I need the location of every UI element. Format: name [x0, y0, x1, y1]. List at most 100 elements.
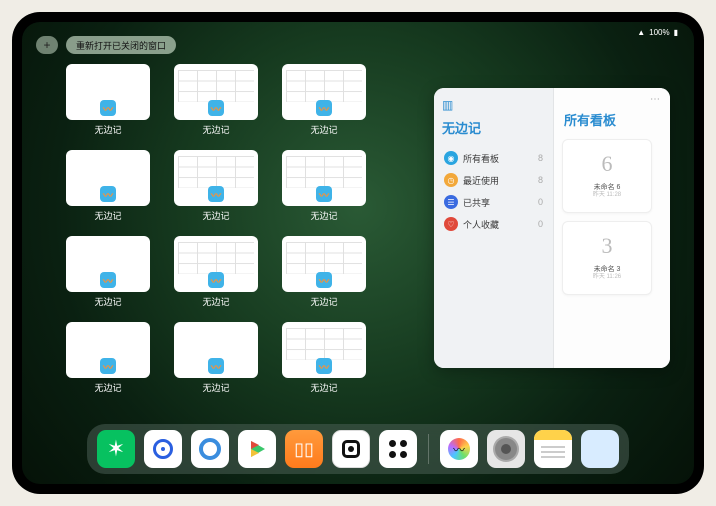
memo-icon[interactable] — [534, 430, 572, 468]
freeform-panel: ▥ 无边记 ◉所有看板8◷最近使用8☰已共享0♡个人收藏0 ⋯ 所有看板 6未命… — [434, 88, 670, 368]
board-card[interactable]: 6未命名 6昨天 11:28 — [562, 139, 652, 213]
screen: ▲ 100% ▮ + 重新打开已关闭的窗口 〰无边记〰无边记〰无边记〰无边记〰无… — [22, 22, 694, 484]
thumbnail-preview: 〰 — [282, 322, 366, 378]
freeform-app-icon: 〰 — [316, 358, 332, 374]
top-controls: + 重新打开已关闭的窗口 — [36, 36, 176, 54]
window-thumbnail[interactable]: 〰无边记 — [174, 64, 258, 136]
menu-item-count: 8 — [538, 153, 543, 163]
freeform-app-icon: 〰 — [208, 186, 224, 202]
menu-item-icon: ◉ — [444, 151, 458, 165]
panel-sidebar: ▥ 无边记 ◉ 所有看板 8 ◷ 最近使用 8 ☰ 已共享 0 ♡ 个人收藏 0 — [434, 88, 554, 368]
thumbnail-preview: 〰 — [174, 150, 258, 206]
freeform-icon[interactable] — [440, 430, 478, 468]
menu-item-label: 最近使用 — [463, 174, 499, 187]
thumbnail-preview: 〰 — [66, 150, 150, 206]
window-thumbnail[interactable]: 〰无边记 — [66, 64, 150, 136]
thumbnail-label: 无边记 — [202, 209, 229, 222]
menu-item-count: 0 — [538, 219, 543, 229]
freeform-app-icon: 〰 — [100, 358, 116, 374]
thumbnail-label: 无边记 — [202, 381, 229, 394]
thumbnail-preview: 〰 — [282, 236, 366, 292]
menu-item-count: 8 — [538, 175, 543, 185]
play-icon[interactable] — [238, 430, 276, 468]
freeform-app-icon: 〰 — [100, 100, 116, 116]
settings-icon[interactable] — [487, 430, 525, 468]
thumbnail-preview: 〰 — [174, 322, 258, 378]
thumbnail-label: 无边记 — [94, 295, 121, 308]
thumbnail-label: 无边记 — [310, 209, 337, 222]
window-thumbnail[interactable]: 〰无边记 — [174, 322, 258, 394]
board-meta: 未命名 3昨天 11:26 — [593, 266, 621, 282]
reopen-closed-window-button[interactable]: 重新打开已关闭的窗口 — [66, 36, 176, 54]
dock: ✶ ▯▯ — [87, 424, 629, 474]
thumbnail-label: 无边记 — [310, 381, 337, 394]
board-sketch: 3 — [587, 226, 627, 266]
menu-item-label: 所有看板 — [463, 152, 499, 165]
browser-icon[interactable] — [191, 430, 229, 468]
thumbnail-preview: 〰 — [174, 236, 258, 292]
dock-separator — [428, 434, 429, 464]
thumbnail-label: 无边记 — [310, 295, 337, 308]
notes-icon[interactable] — [332, 430, 370, 468]
thumbnail-preview: 〰 — [66, 322, 150, 378]
window-thumbnail[interactable]: 〰无边记 — [282, 150, 366, 222]
window-thumbnail[interactable]: 〰无边记 — [174, 150, 258, 222]
thumbnail-preview: 〰 — [282, 64, 366, 120]
menu-item-count: 0 — [538, 197, 543, 207]
sidebar-item[interactable]: ◉ 所有看板 8 — [442, 147, 545, 169]
panel-content: ⋯ 所有看板 6未命名 6昨天 11:28 3未命名 3昨天 11:26 — [554, 88, 670, 368]
thumbnail-preview: 〰 — [66, 64, 150, 120]
board-meta: 未命名 6昨天 11:28 — [593, 184, 621, 200]
panel-app-title: 无边记 — [442, 118, 545, 137]
menu-item-label: 个人收藏 — [463, 218, 499, 231]
sidebar-item[interactable]: ◷ 最近使用 8 — [442, 169, 545, 191]
board-sketch: 6 — [587, 144, 627, 184]
menu-item-icon: ♡ — [444, 217, 458, 231]
thumbnail-preview: 〰 — [174, 64, 258, 120]
app-folder-icon[interactable] — [581, 430, 619, 468]
thumbnail-label: 无边记 — [94, 123, 121, 136]
thumbnail-label: 无边记 — [94, 209, 121, 222]
music-icon[interactable] — [144, 430, 182, 468]
battery-label: 100% — [649, 28, 669, 37]
new-window-button[interactable]: + — [36, 36, 58, 54]
window-thumbnail[interactable]: 〰无边记 — [66, 322, 150, 394]
sidebar-item[interactable]: ☰ 已共享 0 — [442, 191, 545, 213]
thumbnail-label: 无边记 — [310, 123, 337, 136]
thumbnail-label: 无边记 — [94, 381, 121, 394]
menu-item-icon: ◷ — [444, 173, 458, 187]
wechat-icon[interactable]: ✶ — [97, 430, 135, 468]
thumbnail-label: 无边记 — [202, 123, 229, 136]
books-icon[interactable]: ▯▯ — [285, 430, 323, 468]
freeform-app-icon: 〰 — [208, 100, 224, 116]
window-thumbnail[interactable]: 〰无边记 — [282, 236, 366, 308]
thumbnail-label: 无边记 — [202, 295, 229, 308]
panel-section-title: 所有看板 — [564, 110, 662, 129]
menu-item-label: 已共享 — [463, 196, 490, 209]
dots-icon[interactable] — [379, 430, 417, 468]
board-card[interactable]: 3未命名 3昨天 11:26 — [562, 221, 652, 295]
status-bar: ▲ 100% ▮ — [637, 28, 678, 37]
window-thumbnail-grid: 〰无边记〰无边记〰无边记〰无边记〰无边记〰无边记〰无边记〰无边记〰无边记〰无边记… — [66, 64, 406, 394]
freeform-app-icon: 〰 — [316, 100, 332, 116]
freeform-app-icon: 〰 — [208, 272, 224, 288]
ipad-device: ▲ 100% ▮ + 重新打开已关闭的窗口 〰无边记〰无边记〰无边记〰无边记〰无… — [12, 12, 704, 494]
battery-icon: ▮ — [674, 28, 678, 37]
thumbnail-preview: 〰 — [282, 150, 366, 206]
window-thumbnail[interactable]: 〰无边记 — [66, 236, 150, 308]
window-thumbnail[interactable]: 〰无边记 — [174, 236, 258, 308]
thumbnail-preview: 〰 — [66, 236, 150, 292]
window-thumbnail[interactable]: 〰无边记 — [282, 322, 366, 394]
freeform-app-icon: 〰 — [100, 272, 116, 288]
freeform-app-icon: 〰 — [208, 358, 224, 374]
window-thumbnail[interactable]: 〰无边记 — [66, 150, 150, 222]
freeform-app-icon: 〰 — [316, 186, 332, 202]
menu-item-icon: ☰ — [444, 195, 458, 209]
freeform-app-icon: 〰 — [100, 186, 116, 202]
more-options-icon[interactable]: ⋯ — [650, 94, 660, 105]
window-thumbnail[interactable]: 〰无边记 — [282, 64, 366, 136]
wifi-icon: ▲ — [637, 28, 645, 37]
freeform-app-icon: 〰 — [316, 272, 332, 288]
sidebar-item[interactable]: ♡ 个人收藏 0 — [442, 213, 545, 235]
sidebar-toggle-icon[interactable]: ▥ — [442, 98, 545, 112]
